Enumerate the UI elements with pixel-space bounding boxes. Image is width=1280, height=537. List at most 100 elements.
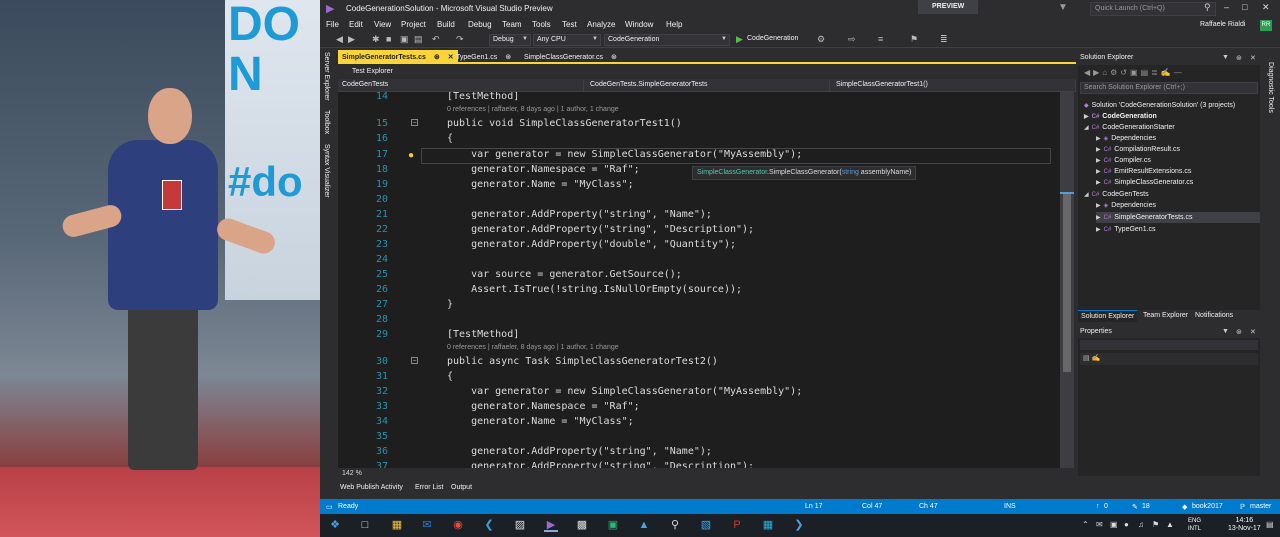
tree-item-simplegeneratortests[interactable]: ▶ C# SimpleGeneratorTests.cs: [1096, 212, 1260, 223]
step-over-icon[interactable]: ⇨: [848, 34, 856, 45]
close-icon[interactable]: ✕: [1250, 328, 1256, 336]
magnifier-icon[interactable]: ⚲: [668, 518, 682, 532]
menu-project[interactable]: Project: [401, 20, 426, 29]
solution-explorer-toolbar[interactable]: ◀▶⌂⚙↺▣▤≣✍—: [1078, 66, 1260, 80]
tree-item-dependencies[interactable]: ▶ ◈ Dependencies: [1096, 133, 1156, 144]
editor-vertical-scrollbar[interactable]: [1060, 92, 1074, 468]
menu-edit[interactable]: Edit: [349, 20, 363, 29]
tab-simple-generator-tests[interactable]: SimpleGeneratorTests.cs ⊛ ✕: [338, 50, 458, 64]
diagnostic-tools-tab[interactable]: Diagnostic Tools: [1267, 62, 1274, 113]
chevron-right-icon[interactable]: ▶: [1096, 180, 1101, 186]
startup-project-select[interactable]: CodeGeneration ▼: [604, 34, 730, 46]
save-icon[interactable]: ▣: [400, 34, 409, 45]
repository-name[interactable]: book2017: [1192, 503, 1223, 510]
tab-solution-explorer[interactable]: Solution Explorer: [1078, 310, 1138, 322]
insert-mode[interactable]: INS: [1004, 503, 1016, 510]
chevron-right-icon[interactable]: ▶: [1096, 227, 1101, 233]
chevron-down-icon[interactable]: ▼: [1222, 54, 1229, 61]
tab-web-publish-activity[interactable]: Web Publish Activity: [340, 484, 403, 491]
pending-changes-count[interactable]: 18: [1142, 503, 1150, 510]
tree-item-solution[interactable]: ◆ Solution 'CodeGenerationSolution' (3 pr…: [1084, 100, 1235, 111]
branch-name[interactable]: master: [1250, 503, 1271, 510]
tree-item-dependencies[interactable]: ▶ ◈ Dependencies: [1096, 200, 1156, 211]
scrollbar-thumb[interactable]: [1063, 192, 1071, 372]
feedback-icon[interactable]: ▼: [1058, 2, 1068, 13]
outlook-icon[interactable]: ✉: [420, 518, 434, 532]
pin-icon[interactable]: ⊛: [434, 54, 440, 61]
tab-team-explorer[interactable]: Team Explorer: [1140, 310, 1191, 322]
solution-search-input[interactable]: Search Solution Explorer (Ctrl+;): [1080, 82, 1258, 94]
notification-icon[interactable]: ▤: [1266, 520, 1274, 529]
chevron-right-icon[interactable]: ▶: [1096, 158, 1101, 164]
pin-icon[interactable]: ⊛: [505, 54, 511, 61]
chevron-right-icon[interactable]: ▶: [1096, 215, 1101, 221]
menu-tools[interactable]: Tools: [532, 20, 551, 29]
windows-icon[interactable]: ▦: [761, 518, 775, 532]
properties-object-select[interactable]: [1080, 340, 1258, 350]
forward-icon[interactable]: ▶: [348, 34, 355, 45]
nav-class-select[interactable]: CodeGenTests.SimpleGeneratorTests: [586, 80, 830, 91]
start-debug-icon[interactable]: ▶: [736, 34, 743, 45]
publish-up-icon[interactable]: ↑: [1096, 503, 1100, 510]
redo-icon[interactable]: ↷: [456, 34, 464, 45]
tree-item-codegentests[interactable]: ◢ C# CodeGenTests: [1084, 189, 1149, 200]
start-debug-button[interactable]: CodeGeneration: [747, 35, 798, 42]
avatar[interactable]: RR: [1260, 20, 1272, 31]
menu-view[interactable]: View: [374, 20, 391, 29]
task-view-icon[interactable]: □: [358, 518, 372, 532]
tab-simple-class-generator[interactable]: SimpleClassGenerator.cs ⊛: [520, 50, 621, 64]
search-icon[interactable]: ⚲: [1204, 2, 1211, 13]
repo-icon[interactable]: ◆: [1182, 503, 1187, 511]
tray-mic-icon[interactable]: ●: [1124, 520, 1129, 529]
close-icon[interactable]: ✕: [1262, 2, 1270, 13]
store-icon[interactable]: ▣: [606, 518, 620, 532]
tray-wifi-icon[interactable]: ▲: [1166, 520, 1174, 529]
pin-icon[interactable]: ⊛: [611, 54, 617, 61]
vscode-icon[interactable]: ❮: [482, 518, 496, 532]
file-explorer-icon[interactable]: ▦: [390, 518, 404, 532]
pin-icon[interactable]: ⊛: [1236, 328, 1242, 336]
chevron-right-icon[interactable]: ▶: [1084, 114, 1089, 120]
zoom-level[interactable]: 142 %: [338, 468, 1060, 480]
chrome-icon[interactable]: ◉: [451, 518, 465, 532]
tree-item-compilationresult[interactable]: ▶ C# CompilationResult.cs: [1096, 144, 1180, 155]
tree-item-codegeneration[interactable]: ▶ C# CodeGeneration: [1084, 111, 1157, 122]
menu-analyze[interactable]: Analyze: [587, 20, 615, 29]
toolbox-tab[interactable]: Toolbox: [323, 110, 330, 134]
tray-chat-icon[interactable]: ✉: [1096, 520, 1103, 529]
menu-help[interactable]: Help: [666, 20, 682, 29]
menu-team[interactable]: Team: [502, 20, 522, 29]
menu-debug[interactable]: Debug: [468, 20, 492, 29]
terminal-icon[interactable]: ▨: [513, 518, 527, 532]
powershell-icon[interactable]: ❯: [792, 518, 806, 532]
solution-config-select[interactable]: Debug ▼: [489, 34, 531, 46]
test-explorer-tab[interactable]: Test Explorer: [338, 66, 1076, 78]
paint-icon[interactable]: ▲: [637, 518, 651, 532]
tree-item-compiler[interactable]: ▶ C# Compiler.cs: [1096, 155, 1151, 166]
chevron-down-icon[interactable]: ◢: [1084, 192, 1089, 198]
tray-chevron-up-icon[interactable]: ⌃: [1082, 520, 1089, 529]
close-icon[interactable]: ✕: [1250, 54, 1256, 62]
save-all-icon[interactable]: ▤: [414, 34, 423, 45]
tab-typegen1[interactable]: TypeGen1.cs ⊛: [452, 50, 515, 64]
code-editor[interactable]: ● 14 [TestMethod] 0 references | raffaele…: [338, 92, 1060, 468]
cmd-icon[interactable]: ▩: [575, 518, 589, 532]
pin-icon[interactable]: ⊛: [1236, 54, 1242, 62]
tray-network-icon[interactable]: ▣: [1110, 520, 1118, 529]
syntax-visualizer-tab[interactable]: Syntax Visualizer: [323, 144, 330, 198]
server-explorer-tab[interactable]: Server Explorer: [323, 52, 330, 101]
quick-launch-input[interactable]: Quick Launch (Ctrl+Q): [1090, 2, 1216, 16]
attach-icon[interactable]: ⚙: [817, 34, 825, 45]
tree-item-typegen1[interactable]: ▶ C# TypeGen1.cs: [1096, 224, 1156, 235]
menu-file[interactable]: File: [326, 20, 339, 29]
chevron-right-icon[interactable]: ▶: [1096, 203, 1101, 209]
windows-start-icon[interactable]: ❖: [328, 518, 342, 532]
powerpoint-icon[interactable]: P: [730, 518, 744, 532]
tab-notifications[interactable]: Notifications: [1192, 310, 1236, 322]
tree-item-simpleclassgenerator[interactable]: ▶ C# SimpleClassGenerator.cs: [1096, 177, 1193, 188]
branch-icon[interactable]: ℙ: [1240, 503, 1245, 511]
chevron-right-icon[interactable]: ▶: [1096, 169, 1101, 175]
pencil-icon[interactable]: ✎: [1132, 503, 1138, 511]
bookmark-icon[interactable]: ⚑: [910, 34, 918, 45]
maximize-icon[interactable]: □: [1242, 2, 1247, 12]
